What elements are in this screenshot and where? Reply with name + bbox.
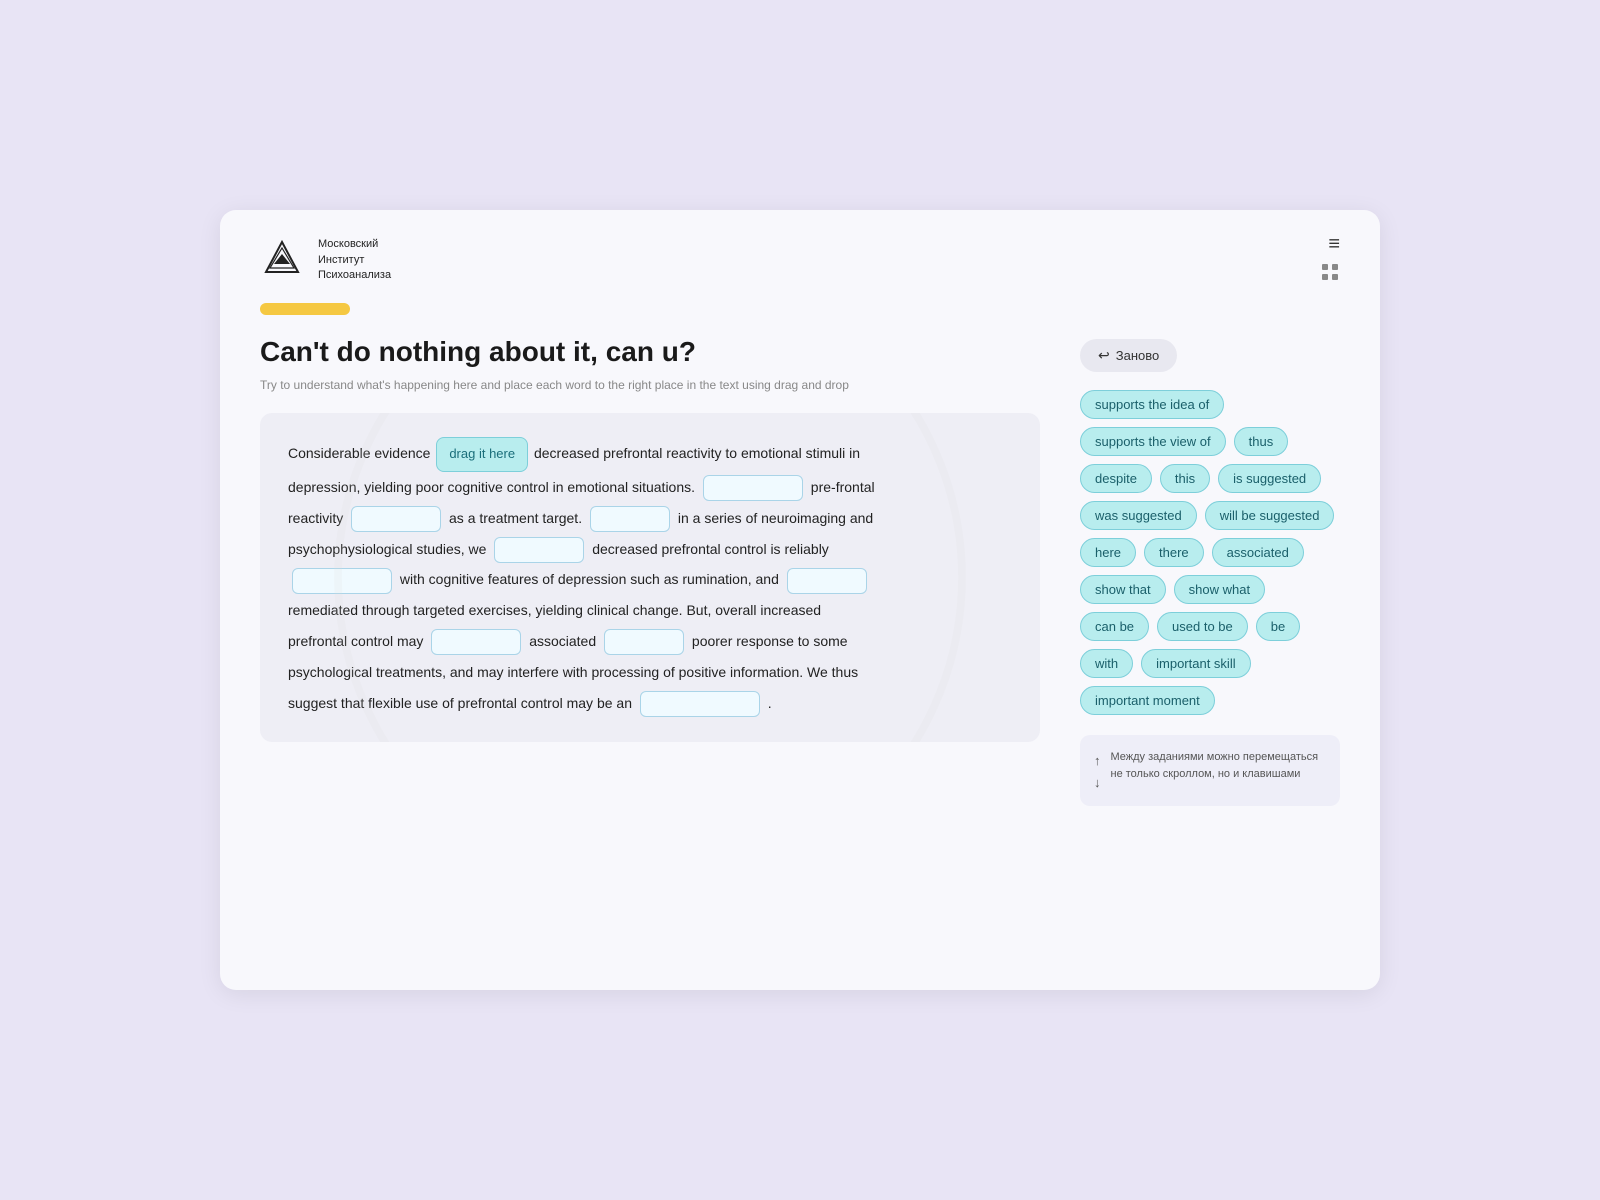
reset-button[interactable]: ↩ Заново <box>1080 339 1177 372</box>
exercise-panel: Can't do nothing about it, can u? Try to… <box>260 335 1040 742</box>
word-chip-17[interactable]: important skill <box>1141 649 1250 678</box>
text-prefrontal-1: pre-frontal <box>811 479 875 495</box>
text-treatment: as a treatment target. <box>449 510 586 526</box>
word-chip-14[interactable]: used to be <box>1157 612 1248 641</box>
word-chip-15[interactable]: be <box>1256 612 1300 641</box>
text-suggest: suggest that flexible use of prefrontal … <box>288 695 636 711</box>
text-cognitive: with cognitive features of depression su… <box>400 571 783 587</box>
nav-hint-text: Между заданиями можно перемещаться не то… <box>1111 749 1327 782</box>
word-chip-6[interactable]: was suggested <box>1080 501 1197 530</box>
drop-zone-6[interactable] <box>787 568 867 594</box>
drop-zone-2[interactable] <box>351 506 441 532</box>
text-depression-1: depression, yielding poor cognitive cont… <box>288 479 699 495</box>
text-reactivity: reactivity <box>288 510 347 526</box>
word-chip-10[interactable]: associated <box>1212 538 1304 567</box>
word-chip-8[interactable]: here <box>1080 538 1136 567</box>
word-chip-0[interactable]: supports the idea of <box>1080 390 1224 419</box>
logo-text: Московский Институт Психоанализа <box>318 237 391 283</box>
word-chip-3[interactable]: despite <box>1080 464 1152 493</box>
exercise-subtitle: Try to understand what's happening here … <box>260 377 1040 394</box>
grid-icon[interactable] <box>1320 262 1340 287</box>
word-chip-16[interactable]: with <box>1080 649 1133 678</box>
word-chip-7[interactable]: will be suggested <box>1205 501 1335 530</box>
drop-zone-9[interactable] <box>640 691 760 717</box>
reset-label: Заново <box>1116 348 1159 363</box>
text-poorer: poorer response to some <box>692 633 848 649</box>
word-chips-container: supports the idea of supports the view o… <box>1080 390 1340 715</box>
text-decreased-1: decreased prefrontal reactivity to emoti… <box>534 445 860 461</box>
word-chip-12[interactable]: show what <box>1174 575 1265 604</box>
app-container: Московский Институт Психоанализа ≡ Can <box>220 210 1380 990</box>
word-chip-18[interactable]: important moment <box>1080 686 1215 715</box>
word-chip-9[interactable]: there <box>1144 538 1204 567</box>
exercise-title: Can't do nothing about it, can u? <box>260 335 1040 369</box>
text-psychological: psychological treatments, and may interf… <box>288 664 858 680</box>
text-remediated: remediated through targeted exercises, y… <box>288 602 821 618</box>
drop-zone-1[interactable] <box>703 475 803 501</box>
text-period: . <box>768 695 772 711</box>
progress-bar-container <box>220 287 1380 315</box>
logo-icon <box>260 238 304 282</box>
word-chip-2[interactable]: thus <box>1234 427 1289 456</box>
reset-icon: ↩ <box>1098 347 1110 364</box>
exercise-text-area: Considerable evidence drag it here decre… <box>260 413 1040 742</box>
drag-chip-main[interactable]: drag it here <box>436 437 528 472</box>
arrow-down: ↓ <box>1094 773 1101 793</box>
text-associated: associated <box>529 633 600 649</box>
text-considerable-evidence: Considerable evidence <box>288 445 434 461</box>
drop-zone-3[interactable] <box>590 506 670 532</box>
nav-hint: ↑ ↓ Между заданиями можно перемещаться н… <box>1080 735 1340 806</box>
word-chip-4[interactable]: this <box>1160 464 1210 493</box>
drop-zone-7[interactable] <box>431 629 521 655</box>
word-chip-13[interactable]: can be <box>1080 612 1149 641</box>
text-prefrontal-control: prefrontal control may <box>288 633 427 649</box>
word-chip-5[interactable]: is suggested <box>1218 464 1321 493</box>
nav-arrows: ↑ ↓ <box>1094 751 1101 792</box>
text-psychophysiological: psychophysiological studies, we <box>288 541 490 557</box>
drop-zone-5[interactable] <box>292 568 392 594</box>
drop-zone-8[interactable] <box>604 629 684 655</box>
drop-zone-4[interactable] <box>494 537 584 563</box>
text-series: in a series of neuroimaging and <box>678 510 873 526</box>
logo-area: Московский Институт Психоанализа <box>260 237 391 283</box>
word-bank-panel: ↩ Заново supports the idea of supports t… <box>1080 335 1340 806</box>
hamburger-icon[interactable]: ≡ <box>1328 234 1340 254</box>
text-decreased-2: decreased prefrontal control is reliably <box>592 541 829 557</box>
header: Московский Институт Психоанализа ≡ <box>220 210 1380 287</box>
arrow-up: ↑ <box>1094 751 1101 771</box>
word-chip-11[interactable]: show that <box>1080 575 1166 604</box>
main-content: Can't do nothing about it, can u? Try to… <box>220 315 1380 836</box>
word-chip-1[interactable]: supports the view of <box>1080 427 1226 456</box>
header-controls: ≡ <box>1320 234 1340 287</box>
progress-bar <box>260 303 350 315</box>
